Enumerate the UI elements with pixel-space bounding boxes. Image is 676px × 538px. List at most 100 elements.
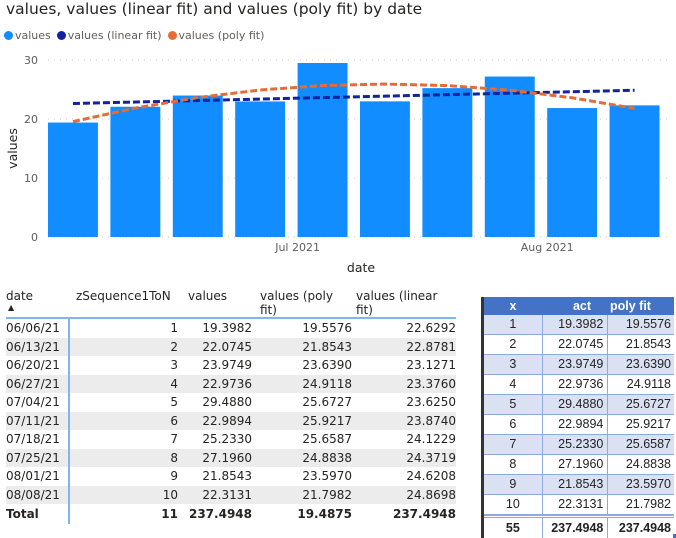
legend-dot-icon xyxy=(168,31,177,40)
table-cell: 21.8543 xyxy=(256,338,356,357)
legend-item-poly-fit[interactable]: values (poly fit) xyxy=(168,29,265,42)
excel-cell: 23.9749 xyxy=(543,355,609,374)
excel-cell: 22.9736 xyxy=(543,375,609,394)
table-cell: 21.7982 xyxy=(256,486,356,505)
column-header-linear-fit[interactable]: values (linear fit) xyxy=(356,287,456,317)
table-row[interactable]: 08/01/21921.854323.597024.6208 xyxy=(6,467,456,486)
column-header-values[interactable]: values xyxy=(182,287,256,317)
bar[interactable] xyxy=(48,123,98,237)
total-cell: 19.4875 xyxy=(256,504,356,524)
y-tick-label: 20 xyxy=(24,113,38,126)
excel-cell: 23.6390 xyxy=(608,355,674,374)
excel-cell: 19.3982 xyxy=(543,315,609,334)
excel-header-act: act xyxy=(542,297,608,315)
table-cell: 07/25/21 xyxy=(6,449,70,468)
total-cell: 11 xyxy=(70,504,182,524)
table-cell: 10 xyxy=(70,486,182,505)
bar[interactable] xyxy=(235,101,285,237)
column-header-sequence[interactable]: zSequence1ToN xyxy=(70,287,182,317)
excel-cell: 7 xyxy=(484,435,543,454)
table-cell: 06/27/21 xyxy=(6,375,70,394)
excel-total-cell: 55 xyxy=(484,518,543,538)
table-cell: 1 xyxy=(70,319,182,338)
excel-row: 622.989425.9217 xyxy=(484,415,674,435)
x-tick-label: Aug 2021 xyxy=(521,241,574,254)
excel-cell: 21.8543 xyxy=(543,475,609,494)
legend-item-values[interactable]: values xyxy=(4,29,51,42)
bar[interactable] xyxy=(422,88,472,237)
y-tick-label: 30 xyxy=(24,54,38,67)
table-cell: 08/08/21 xyxy=(6,486,70,505)
sort-ascending-icon[interactable]: ▲ xyxy=(8,303,14,312)
excel-cell: 19.5576 xyxy=(608,315,674,334)
excel-table: x act poly fit 119.398219.5576222.074521… xyxy=(481,297,674,538)
y-tick-label: 0 xyxy=(31,231,38,244)
excel-header-x: x xyxy=(484,297,542,315)
excel-cell: 22.0745 xyxy=(543,335,609,354)
table-cell: 19.3982 xyxy=(182,319,256,338)
bar[interactable] xyxy=(110,107,160,237)
table-cell: 23.8740 xyxy=(356,412,456,431)
table-row[interactable]: 06/06/21119.398219.557622.6292 xyxy=(6,319,456,338)
chart-legend: values values (linear fit) values (poly … xyxy=(4,29,264,42)
x-tick-label: Jul 2021 xyxy=(274,241,320,254)
excel-header-poly-fit: poly fit xyxy=(608,297,674,315)
legend-dot-icon xyxy=(4,31,13,40)
table-row[interactable]: 08/08/211022.313121.798224.8698 xyxy=(6,486,456,505)
excel-cell: 22.9894 xyxy=(543,415,609,434)
table-row[interactable]: 07/18/21725.233025.658724.1229 xyxy=(6,430,456,449)
y-axis-title: values xyxy=(5,128,20,169)
table-cell: 24.9118 xyxy=(256,375,356,394)
table-row[interactable]: 06/27/21422.973624.911823.3760 xyxy=(6,375,456,394)
table-row[interactable]: 06/13/21222.074521.854322.8781 xyxy=(6,338,456,357)
bar[interactable] xyxy=(360,101,410,237)
table-cell: 4 xyxy=(70,375,182,394)
excel-cell: 2 xyxy=(484,335,543,354)
bar[interactable] xyxy=(298,63,348,237)
legend-item-linear-fit[interactable]: values (linear fit) xyxy=(57,29,162,42)
total-label: Total xyxy=(6,504,70,524)
excel-row: 222.074521.8543 xyxy=(484,335,674,355)
excel-cell: 21.8543 xyxy=(608,335,674,354)
excel-cell: 1 xyxy=(484,315,543,334)
legend-dot-icon xyxy=(57,31,66,40)
table-cell: 07/04/21 xyxy=(6,393,70,412)
table-cell: 29.4880 xyxy=(182,393,256,412)
excel-header: x act poly fit xyxy=(484,297,674,315)
table-cell: 19.5576 xyxy=(256,319,356,338)
excel-cell: 21.7982 xyxy=(608,495,674,514)
table-cell: 08/01/21 xyxy=(6,467,70,486)
bar[interactable] xyxy=(173,96,223,237)
table-cell: 24.3719 xyxy=(356,449,456,468)
excel-cell: 24.9118 xyxy=(608,375,674,394)
table-row[interactable]: 07/11/21622.989425.921723.8740 xyxy=(6,412,456,431)
column-header-date[interactable]: date ▲ xyxy=(6,287,70,317)
bar[interactable] xyxy=(485,77,535,237)
bar[interactable] xyxy=(547,108,597,237)
excel-cell: 10 xyxy=(484,495,543,514)
column-header-poly-fit[interactable]: values (poly fit) xyxy=(256,287,356,317)
table-cell: 06/20/21 xyxy=(6,356,70,375)
table-cell: 06/13/21 xyxy=(6,338,70,357)
table-cell: 3 xyxy=(70,356,182,375)
table-row[interactable]: 07/25/21827.196024.883824.3719 xyxy=(6,449,456,468)
table-cell: 06/06/21 xyxy=(6,319,70,338)
excel-cell: 3 xyxy=(484,355,543,374)
excel-row: 119.398219.5576 xyxy=(484,315,674,335)
excel-cell: 23.5970 xyxy=(608,475,674,494)
table-cell: 23.6390 xyxy=(256,356,356,375)
table-row[interactable]: 06/20/21323.974923.639023.1271 xyxy=(6,356,456,375)
table-row[interactable]: 07/04/21529.488025.672723.6250 xyxy=(6,393,456,412)
table-cell: 7 xyxy=(70,430,182,449)
excel-cell: 22.3131 xyxy=(543,495,609,514)
table-cell: 22.9894 xyxy=(182,412,256,431)
table-cell: 22.3131 xyxy=(182,486,256,505)
excel-total-cell: 237.4948 xyxy=(543,518,609,538)
table-cell: 24.1229 xyxy=(356,430,456,449)
table-header: date ▲ zSequence1ToN values values (poly… xyxy=(6,287,456,319)
chart-title: values, values (linear fit) and values (… xyxy=(6,0,422,18)
total-cell: 237.4948 xyxy=(356,504,456,524)
table-cell: 9 xyxy=(70,467,182,486)
bar[interactable] xyxy=(610,105,660,237)
table-cell: 5 xyxy=(70,393,182,412)
